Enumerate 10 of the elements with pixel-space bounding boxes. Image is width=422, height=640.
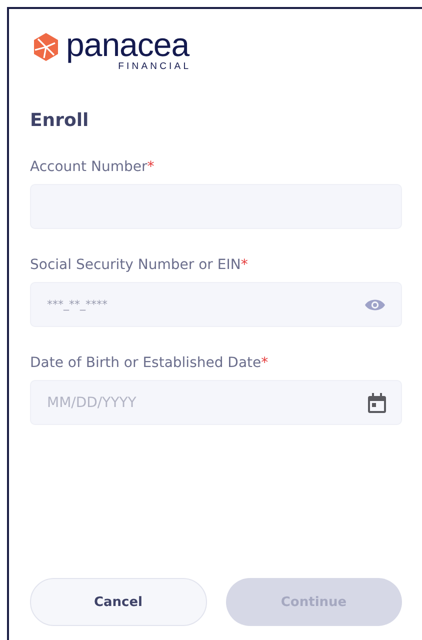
eye-icon[interactable] — [364, 298, 386, 312]
field-label: Social Security Number or EIN* — [30, 257, 249, 273]
cancel-button[interactable]: Cancel — [30, 578, 206, 626]
input-field[interactable]: MM/DD/YYYY — [30, 380, 402, 425]
field-label: Date of Birth or Established Date* — [30, 355, 270, 371]
field-label: Account Number* — [30, 159, 156, 175]
calendar-icon[interactable] — [368, 392, 386, 412]
input-field[interactable]: ***_**_**** — [30, 282, 402, 327]
brand-tagline: FINANCIAL — [118, 61, 192, 72]
page-title: Enroll — [30, 110, 90, 131]
